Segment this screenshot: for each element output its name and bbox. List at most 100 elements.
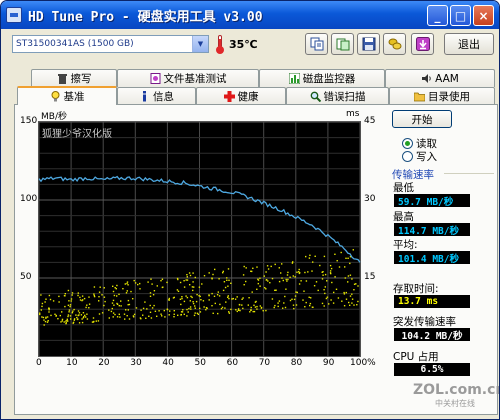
access-time-point	[187, 311, 189, 313]
access-time-point	[199, 311, 202, 313]
x-tick-label: 60	[226, 358, 239, 368]
access-time-point	[250, 306, 252, 309]
access-time-point	[46, 321, 49, 323]
access-time-point	[347, 257, 349, 259]
access-time-point	[329, 272, 332, 274]
access-time-point	[330, 267, 333, 270]
access-time-point	[253, 304, 255, 306]
access-time-point	[124, 318, 126, 320]
access-time-point	[58, 295, 60, 298]
access-time-point	[98, 300, 100, 302]
access-time-point	[156, 315, 158, 317]
access-time-point	[274, 263, 276, 266]
access-time-point	[203, 275, 206, 277]
access-time-point	[114, 313, 116, 316]
access-time-point	[116, 302, 118, 305]
access-time-point	[202, 300, 205, 302]
access-time-point	[194, 276, 196, 279]
access-time-point	[39, 312, 41, 314]
write-radio[interactable]	[402, 151, 413, 162]
access-time-point	[343, 305, 346, 307]
access-time-point	[153, 304, 155, 307]
access-time-point	[99, 286, 101, 288]
access-time-point	[213, 295, 216, 297]
access-time-point	[61, 318, 64, 321]
access-time-point	[298, 268, 300, 271]
access-time-point	[245, 280, 247, 283]
access-time-point	[285, 278, 287, 281]
access-time-point	[199, 295, 201, 298]
access-time-point	[282, 307, 284, 309]
access-time-point	[256, 266, 258, 268]
access-time-point	[189, 284, 191, 286]
access-time-point	[242, 274, 245, 276]
access-time-point	[168, 314, 170, 316]
access-time-point	[67, 315, 69, 318]
access-time-point	[289, 299, 292, 302]
access-time-point	[351, 302, 353, 304]
access-time-point	[278, 300, 281, 302]
access-time-point	[104, 300, 106, 303]
access-time-point	[222, 272, 224, 274]
access-time-point	[322, 274, 324, 276]
access-time-point	[112, 299, 115, 302]
access-time-point	[40, 309, 42, 311]
y-right-tick-label: 15	[364, 272, 376, 282]
access-time-point	[130, 290, 132, 293]
access-time-point	[194, 307, 196, 309]
access-time-point	[293, 298, 296, 301]
access-time-point	[41, 316, 43, 318]
access-time-point	[252, 267, 254, 269]
access-time-point	[311, 270, 313, 272]
x-tick-label: 20	[98, 358, 110, 368]
access-time-point	[119, 316, 121, 318]
access-time-point	[128, 303, 131, 306]
access-time-point	[269, 282, 271, 284]
access-time-point	[182, 309, 184, 311]
access-time-point	[180, 311, 183, 313]
access-time-point	[230, 282, 232, 284]
access-time-point	[263, 275, 265, 277]
access-time-point	[126, 290, 128, 292]
write-radio-row[interactable]: 写入	[402, 149, 437, 164]
access-time-point	[81, 295, 84, 297]
access-time-point	[241, 304, 243, 306]
access-time-point	[88, 296, 90, 298]
access-time-point	[86, 318, 89, 320]
avg-value: 101.4 MB/秒	[394, 251, 470, 265]
access-time-point	[239, 309, 241, 312]
access-time-point	[309, 254, 311, 256]
x-tick-label: 0	[36, 358, 42, 368]
access-time-point	[211, 277, 213, 279]
start-button[interactable]: 开始	[392, 110, 452, 128]
access-time-point	[67, 289, 70, 292]
chart-watermark: 狐狸少爷汉化版	[42, 129, 112, 140]
access-time-point	[120, 305, 122, 307]
access-time-point	[196, 293, 198, 296]
access-time-point	[193, 286, 195, 288]
access-time-point	[111, 302, 114, 304]
access-time-point	[324, 292, 326, 295]
access-time-point	[183, 280, 185, 282]
access-time-point	[257, 282, 259, 285]
access-time-point	[77, 318, 79, 320]
access-time-point	[348, 301, 350, 304]
access-time-point	[284, 295, 286, 298]
read-radio[interactable]	[402, 138, 413, 149]
min-value: 59.7 MB/秒	[394, 194, 470, 208]
access-time-point	[317, 289, 319, 292]
access-time-point	[281, 277, 283, 279]
access-time-point	[68, 311, 70, 313]
access-time-point	[77, 294, 79, 297]
access-time-point	[98, 296, 100, 298]
access-time-point	[266, 265, 269, 267]
access-time-point	[40, 294, 42, 296]
access-time-point	[142, 314, 144, 316]
access-time-point	[145, 317, 147, 319]
access-time-point	[78, 312, 81, 314]
access-time-point	[248, 297, 250, 299]
access-time-point	[208, 299, 210, 301]
access-time-point	[125, 309, 127, 311]
access-time-point	[127, 284, 129, 286]
access-time-point	[286, 280, 288, 282]
